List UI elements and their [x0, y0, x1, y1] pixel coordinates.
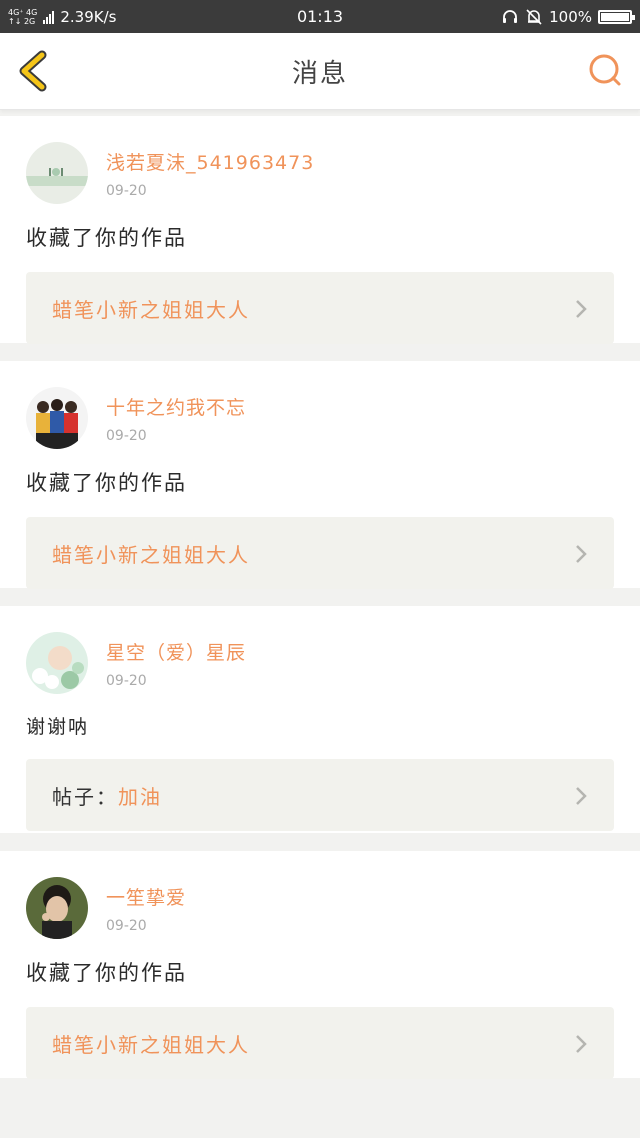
notification-text: 收藏了你的作品	[26, 226, 187, 250]
notification-list: 浅若夏沫_541963473 09-20 收藏了你的作品 蜡笔小新之姐姐大人 十…	[0, 110, 640, 1079]
post-prefix: 帖子：	[52, 784, 118, 809]
work-title: 蜡笔小新之姐姐大人	[52, 297, 250, 322]
notification-text: 谢谢呐	[26, 716, 90, 738]
battery-percent: 100%	[549, 7, 592, 26]
work-link[interactable]: 蜡笔小新之姐姐大人	[26, 272, 614, 344]
notification-card: 一笙挚爱 09-20 收藏了你的作品 蜡笔小新之姐姐大人	[0, 851, 640, 1079]
username[interactable]: 一笙挚爱	[106, 883, 186, 910]
work-link[interactable]: 蜡笔小新之姐姐大人	[26, 517, 614, 589]
timestamp: 09-20	[106, 672, 147, 689]
work-title: 蜡笔小新之姐姐大人	[52, 542, 250, 567]
post-link[interactable]: 帖子： 加油	[26, 759, 614, 831]
headset-icon	[503, 9, 518, 23]
signal-icon	[43, 10, 55, 24]
username[interactable]: 十年之约我不忘	[106, 393, 246, 420]
notification-text: 收藏了你的作品	[26, 471, 187, 495]
chevron-right-icon	[576, 300, 587, 318]
avatar[interactable]	[26, 877, 88, 939]
notification-card: 浅若夏沫_541963473 09-20 收藏了你的作品 蜡笔小新之姐姐大人	[0, 116, 640, 344]
notification-card: 十年之约我不忘 09-20 收藏了你的作品 蜡笔小新之姐姐大人	[0, 361, 640, 589]
timestamp: 09-20	[106, 427, 147, 444]
work-link[interactable]: 蜡笔小新之姐姐大人	[26, 1007, 614, 1079]
notification-text: 收藏了你的作品	[26, 961, 187, 985]
status-bar: 4G⁺ 4G ↑↓ 2G 2.39K/s 01:13 100%	[0, 0, 640, 33]
back-arrow-icon[interactable]	[14, 49, 54, 93]
notification-card: 星空（爱）星辰 09-20 谢谢呐 帖子： 加油	[0, 606, 640, 833]
network-speed: 2.39K/s	[60, 7, 117, 26]
avatar[interactable]	[26, 632, 88, 694]
timestamp: 09-20	[106, 917, 147, 934]
clock: 01:13	[296, 7, 344, 26]
username[interactable]: 星空（爱）星辰	[106, 638, 246, 665]
chevron-right-icon	[576, 1035, 587, 1053]
post-title: 加油	[118, 784, 162, 809]
page-title: 消息	[291, 58, 348, 89]
battery-icon	[598, 9, 635, 24]
nav-bar: 消息	[0, 33, 640, 110]
mute-bell-icon	[526, 8, 542, 25]
avatar[interactable]	[26, 387, 88, 449]
avatar[interactable]	[26, 142, 88, 204]
username[interactable]: 浅若夏沫_541963473	[106, 148, 314, 175]
work-title: 蜡笔小新之姐姐大人	[52, 1032, 250, 1057]
timestamp: 09-20	[106, 182, 147, 199]
search-icon[interactable]	[586, 52, 624, 90]
chevron-right-icon	[576, 545, 587, 563]
chevron-right-icon	[576, 787, 587, 805]
network-indicator: 4G⁺ 4G ↑↓ 2G	[8, 7, 38, 26]
